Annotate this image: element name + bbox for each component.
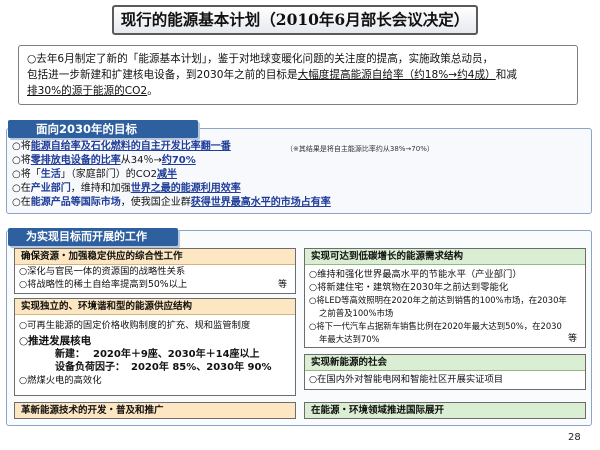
intro-line-1: ○去年6月制定了新的「能源基本计划」，鉴于对地球变暖化问题的关注度的提高，实施政… [27, 53, 494, 65]
list-item: ○燃煤火电的高效化 [19, 375, 102, 386]
supply-box: 确保资源・加强稳定供应的综合性工作 ○深化与官民一体的资源国的战略性关系 ○将战… [14, 248, 296, 294]
list-item: ○深化与官民一体的资源国的战略性关系 [19, 266, 186, 277]
list-item: ○维持和强化世界最高水平的节能水平（产业部门） [309, 269, 522, 280]
society-header: 实现新能源的社会 [305, 355, 585, 371]
intl-box: 在能源・环境领域推进国际展开 [304, 402, 586, 419]
tech-header: 革新能源技术的开发・普及和推广 [15, 403, 295, 418]
independent-box: 实现独立的、环境谐和型的能源供应结构 ○可再生能源的固定价格收购制度的扩充、规和… [14, 298, 296, 396]
goal-item: ○将零排放电设备的比率从34％→约70% [12, 155, 196, 166]
page-title: 现行的能源基本计划（2010年6月部长会议决定） [112, 5, 478, 35]
intro-line-2: 包括进一步新建和扩建核电设备，到2030年之前的目标是大幅度提高能源自给率（约1… [27, 69, 517, 81]
independent-header: 实现独立的、环境谐和型的能源供应结构 [15, 299, 295, 315]
list-item: ○将战略性的稀土自给率提高到50%以上 [19, 279, 188, 290]
goal-item: ○将能源自给率及石化燃料的自主开发比率翻一番 [12, 141, 231, 152]
list-item: 之前普及100%市场 [319, 308, 394, 318]
etc-label: 等 [277, 280, 287, 290]
supply-header: 确保资源・加强稳定供应的综合性工作 [15, 249, 295, 265]
nuclear-title: ○推进发展核电 [19, 335, 92, 347]
demand-header: 实现可达到低碳增长的能源需求结构 [305, 249, 585, 265]
goals-list: ○将能源自给率及石化燃料的自主开发比率翻一番 ○将零排放电设备的比率从34％→约… [12, 140, 588, 210]
nuclear-new: 新建： 2020年＋9座、2030年＋14座以上 [55, 349, 260, 360]
list-item: ○将下一代汽车占据新车销售比例在2020年最大达到50%，在2030 [309, 321, 562, 331]
page-number: 28 [568, 432, 581, 443]
tech-box: 革新能源技术的开发・普及和推广 [14, 402, 296, 419]
society-box: 实现新能源的社会 ○在国内外对智能电网和智能社区开展实证项目 [304, 354, 586, 390]
demand-box: 实现可达到低碳增长的能源需求结构 ○维持和强化世界最高水平的节能水平（产业部门）… [304, 248, 586, 348]
list-item: ○将LED等高效照明在2020年之前达到销售的100%市场，在2030年 [309, 295, 567, 305]
list-item: ○将新建住宅・建筑物在2030年之前达到零能化 [309, 282, 509, 293]
list-item: 年最大达到70% [319, 334, 380, 344]
intro-box: ○去年6月制定了新的「能源基本计划」，鉴于对地球变暖化问题的关注度的提高，实施政… [18, 45, 578, 105]
list-item: ○可再生能源的固定价格收购制度的扩充、规和监管制度 [19, 320, 251, 331]
etc-label: 等 [567, 334, 577, 344]
intl-header: 在能源・环境领域推进国际展开 [305, 403, 585, 418]
goal-item: ○将「生活」（家庭部门）的CO2减半 [12, 169, 177, 180]
goals-title: 面向2030年的目标 [8, 120, 198, 138]
nuclear-capacity-factor: 设备负荷因子： 2020年 85%、2030年 90% [55, 362, 272, 373]
intro-line-3: 排30%的源于能源的CO2。 [27, 85, 158, 97]
plans-title: 为实现目标而开展的工作 [8, 228, 178, 246]
list-item: ○在国内外对智能电网和智能社区开展实证项目 [309, 374, 504, 385]
goal-item: ○在产业部门，维持和加强世界之最的能源利用效率 [12, 183, 241, 194]
goal-item: ○在能源产品等国际市场，使我国企业群获得世界最高水平的市场占有率 [12, 197, 331, 208]
